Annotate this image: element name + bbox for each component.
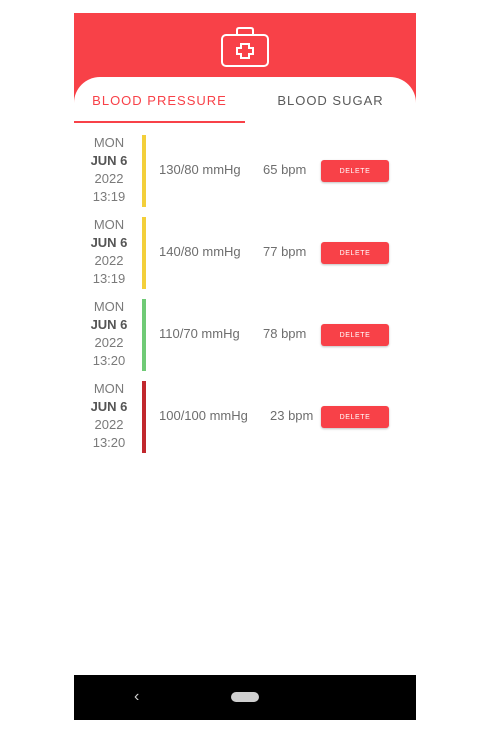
entry-time: 13:19 (92, 271, 126, 286)
entry-day: JUN 6 (90, 235, 128, 250)
back-chevron-icon[interactable]: ‹ (134, 688, 139, 706)
tab-bar: BLOOD PRESSURE BLOOD SUGAR (74, 77, 416, 123)
entry-date: MON JUN 6 2022 13:20 (84, 380, 134, 452)
status-bar (142, 299, 146, 371)
entry-weekday: MON (93, 135, 125, 150)
entry-time: 13:19 (92, 189, 126, 204)
home-pill-icon[interactable] (231, 692, 259, 702)
entry-pressure: 140/80 mmHg (159, 244, 241, 259)
delete-button[interactable]: DELETE (321, 406, 389, 428)
entry-year: 2022 (94, 171, 124, 186)
list-item: MON JUN 6 2022 13:20 110/70 mmHg 78 bpm … (74, 299, 416, 375)
list-item: MON JUN 6 2022 13:20 100/100 mmHg 23 bpm… (74, 381, 416, 457)
entry-weekday: MON (93, 381, 125, 396)
status-bar (142, 381, 146, 453)
first-aid-kit-icon (221, 27, 269, 67)
entry-date: MON JUN 6 2022 13:20 (84, 298, 134, 370)
entry-date: MON JUN 6 2022 13:19 (84, 134, 134, 206)
entry-pressure: 110/70 mmHg (159, 326, 240, 341)
delete-button[interactable]: DELETE (321, 160, 389, 182)
status-bar (142, 135, 146, 207)
entry-pressure: 100/100 mmHg (159, 408, 248, 423)
list-item: MON JUN 6 2022 13:19 130/80 mmHg 65 bpm … (74, 135, 416, 211)
entry-day: JUN 6 (90, 317, 128, 332)
entry-weekday: MON (93, 299, 125, 314)
system-navigation-bar: ‹ (74, 675, 416, 720)
entry-pressure: 130/80 mmHg (159, 162, 241, 177)
entry-year: 2022 (94, 253, 124, 268)
entry-pulse: 65 bpm (263, 162, 307, 177)
entry-pulse: 77 bpm (263, 244, 307, 259)
list-item: MON JUN 6 2022 13:19 140/80 mmHg 77 bpm … (74, 217, 416, 293)
entry-year: 2022 (94, 335, 124, 350)
entry-pulse: 23 bpm (270, 408, 314, 423)
tab-blood-pressure[interactable]: BLOOD PRESSURE (74, 77, 245, 123)
tab-blood-sugar[interactable]: BLOOD SUGAR (245, 77, 416, 123)
delete-button[interactable]: DELETE (321, 242, 389, 264)
entry-day: JUN 6 (90, 399, 128, 414)
app-screen: BLOOD PRESSURE BLOOD SUGAR MON JUN 6 202… (74, 13, 416, 720)
entry-weekday: MON (93, 217, 125, 232)
active-tab-indicator (74, 121, 245, 123)
entry-date: MON JUN 6 2022 13:19 (84, 216, 134, 288)
entry-year: 2022 (94, 417, 124, 432)
status-bar (142, 217, 146, 289)
entry-pulse: 78 bpm (263, 326, 307, 341)
entry-time: 13:20 (92, 435, 126, 450)
entry-day: JUN 6 (90, 153, 128, 168)
delete-button[interactable]: DELETE (321, 324, 389, 346)
entry-time: 13:20 (92, 353, 126, 368)
